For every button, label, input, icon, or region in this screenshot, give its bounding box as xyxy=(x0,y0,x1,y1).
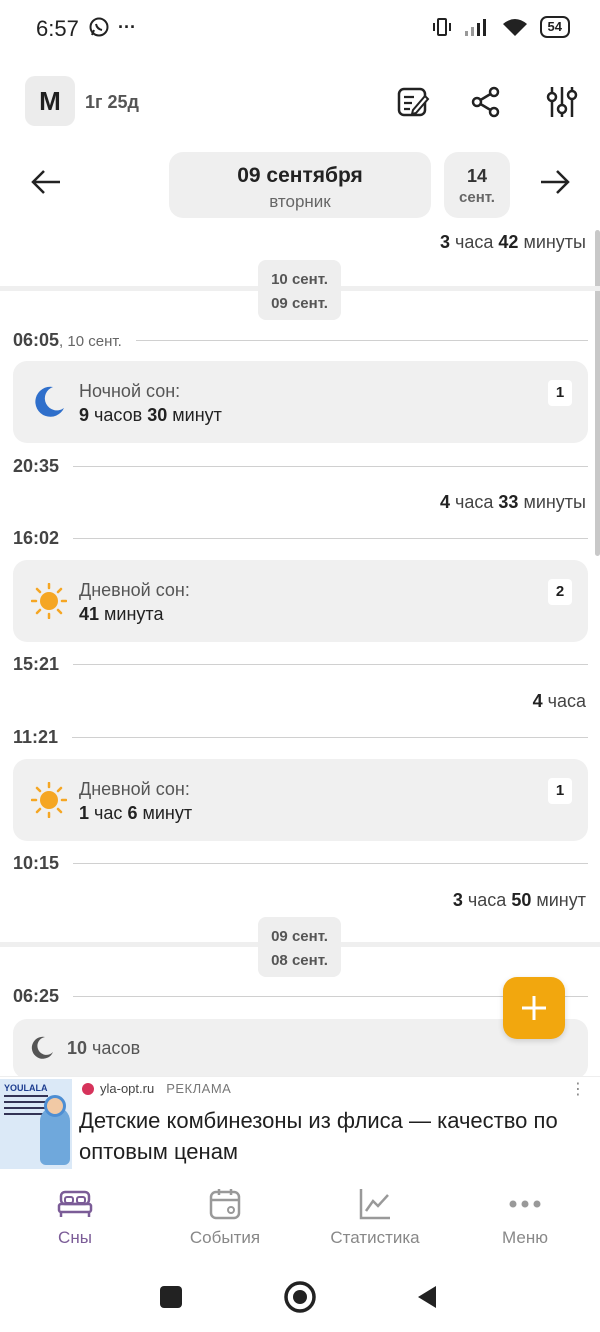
sliders-icon xyxy=(546,87,578,117)
edit-note-button[interactable] xyxy=(393,82,433,122)
moon-icon xyxy=(35,386,64,417)
status-time: 6:57 xyxy=(36,16,79,41)
time-marker: 11:21 xyxy=(13,724,588,750)
more-notifications-icon: ··· xyxy=(118,16,136,37)
time-marker: 10:15 xyxy=(13,850,588,876)
current-date-button[interactable]: 09 сентября вторник xyxy=(169,152,431,218)
prev-day-button[interactable] xyxy=(26,162,66,202)
sun-icon xyxy=(31,782,67,818)
share-button[interactable] xyxy=(466,82,506,122)
ad-more-button[interactable]: ⋮ xyxy=(570,1079,586,1099)
ad-favicon xyxy=(82,1082,94,1095)
plus-icon xyxy=(522,996,546,1020)
time-marker: 15:21 xyxy=(13,651,588,677)
sun-icon xyxy=(31,583,67,619)
nav-statistics[interactable]: Статистика xyxy=(300,1184,450,1248)
time-marker: 16:02 xyxy=(13,525,588,551)
ad-title[interactable]: Детские комбинезоны из флиса — качество … xyxy=(79,1105,589,1167)
arrow-right-icon xyxy=(541,170,570,194)
filters-button[interactable] xyxy=(542,82,582,122)
ad-image: YOULALA xyxy=(0,1079,72,1169)
recents-button[interactable] xyxy=(158,1284,184,1310)
add-event-button[interactable] xyxy=(503,977,565,1039)
jump-date-month: сент. xyxy=(459,189,495,206)
jump-date-day: 14 xyxy=(466,166,488,186)
sleep-count-badge: 2 xyxy=(548,579,572,605)
moon-icon xyxy=(31,1036,53,1059)
next-day-button[interactable] xyxy=(535,162,575,202)
signal-icon xyxy=(464,19,486,36)
child-age: 1г 25д xyxy=(85,92,139,112)
sleep-card-day[interactable]: Дневной сон: 41 минута 2 xyxy=(13,560,588,642)
date-navigation: 09 сентября вторник 14 сент. xyxy=(0,150,600,220)
awake-duration: 4 часа 33 минуты xyxy=(439,492,586,512)
arrow-left-icon xyxy=(31,170,60,194)
day-chip: 10 сент. 09 сент. xyxy=(258,260,341,320)
nav-menu[interactable]: Меню xyxy=(450,1184,600,1248)
bed-icon xyxy=(57,1190,93,1217)
whatsapp-icon xyxy=(89,17,109,37)
child-avatar[interactable]: M xyxy=(25,76,75,126)
battery-indicator: 54 xyxy=(539,16,570,38)
bottom-navigation: Сны События Статистика Меню xyxy=(0,1172,600,1252)
calendar-icon xyxy=(209,1189,241,1220)
nav-sleeps[interactable]: Сны xyxy=(0,1184,150,1248)
sleep-card-night[interactable]: Ночной сон: 9 часов 30 минут 1 xyxy=(13,361,588,443)
system-navigation xyxy=(0,1262,600,1332)
awake-duration: 3 часа 50 минут xyxy=(452,890,586,910)
sleep-card-night-partial[interactable]: 10 часов xyxy=(13,1019,588,1079)
ad-source: yla-opt.ru РЕКЛАМА xyxy=(82,1081,231,1096)
awake-duration: 3 часа 42 минуты xyxy=(439,232,586,252)
wifi-icon xyxy=(502,19,527,36)
current-date: 09 сентября xyxy=(237,164,363,187)
nav-events[interactable]: События xyxy=(150,1184,300,1248)
status-bar: 6:57 ··· 54 xyxy=(0,0,600,60)
time-marker: 20:35 xyxy=(13,453,588,479)
jump-date-button[interactable]: 14 сент. xyxy=(444,152,510,218)
scrollbar[interactable] xyxy=(595,230,600,556)
time-marker: 06:25 xyxy=(13,983,588,1009)
time-marker: 06:05, 10 сент. xyxy=(13,327,588,353)
sleep-count-badge: 1 xyxy=(548,778,572,804)
dots-icon xyxy=(509,1200,541,1208)
edit-note-icon xyxy=(397,87,430,117)
vibrate-icon xyxy=(432,18,451,36)
sleep-card-day[interactable]: Дневной сон: 1 час 6 минут 1 xyxy=(13,759,588,841)
awake-duration: 4 часа xyxy=(532,691,586,711)
chart-icon xyxy=(359,1189,390,1220)
top-bar: M 1г 25д xyxy=(0,74,600,130)
share-icon xyxy=(471,86,500,118)
ad-banner[interactable]: YOULALA yla-opt.ru РЕКЛАМА ⋮ Детские ком… xyxy=(0,1076,600,1172)
current-weekday: вторник xyxy=(269,192,331,211)
back-button[interactable] xyxy=(414,1284,440,1310)
day-chip: 09 сент. 08 сент. xyxy=(258,917,341,977)
home-button[interactable] xyxy=(283,1280,317,1314)
sleep-count-badge: 1 xyxy=(548,380,572,406)
